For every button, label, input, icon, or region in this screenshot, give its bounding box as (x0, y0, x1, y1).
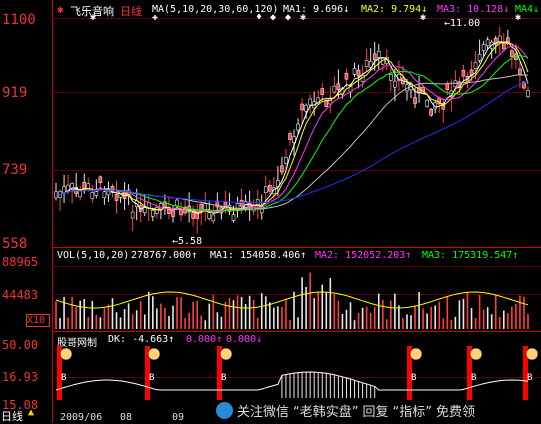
candle-body (320, 88, 325, 95)
candle-body (130, 211, 135, 219)
ma2-line (55, 41, 529, 214)
candle-body (477, 54, 482, 61)
watermark-suffix: 免费领 (436, 405, 476, 420)
candle-body (191, 212, 195, 219)
candle-body (393, 80, 397, 88)
watermark-banner: 关注微信 “老韩实盘” 回复 “指标” 免费领 (216, 400, 540, 421)
candle-body (215, 200, 220, 208)
candle-body (284, 157, 288, 164)
candle-body (356, 69, 361, 77)
candle-body (510, 50, 514, 57)
candle-body (324, 100, 329, 107)
candle-body (280, 165, 284, 173)
candle-body (175, 199, 179, 207)
candle-body (114, 194, 119, 201)
candle-body (171, 210, 175, 217)
candle-body (501, 42, 506, 50)
ma4-line (55, 54, 529, 212)
candle-body (413, 97, 417, 104)
candle-body (352, 68, 357, 75)
smiley-icon (409, 347, 423, 361)
ma1-line (55, 41, 529, 214)
candle-body (203, 203, 208, 210)
candle-body (497, 35, 502, 43)
candle-body (231, 214, 236, 221)
watermark-prefix: 关注微信 (237, 405, 290, 420)
candle-body (207, 212, 212, 220)
candle-body (518, 68, 522, 76)
candle-body (296, 123, 300, 131)
smiley-icon (525, 347, 539, 361)
candle-body (102, 191, 107, 198)
candle-body (78, 190, 83, 198)
candle-body (344, 72, 349, 80)
buy-signal-label: B (471, 373, 476, 383)
candle-body (445, 83, 450, 90)
candle-body (336, 83, 341, 91)
candle-body (151, 210, 155, 217)
watermark-quote-2: “指标” (392, 405, 432, 420)
candle-body (288, 133, 292, 140)
candle-body (485, 39, 490, 47)
candle-body (90, 192, 95, 199)
candle-body (155, 207, 159, 214)
candle-body (453, 80, 458, 88)
buy-signal-label: B (149, 373, 154, 383)
candle-body (211, 214, 216, 222)
candle-body (376, 51, 381, 58)
candle-body (389, 74, 393, 81)
smiley-icon (59, 347, 73, 361)
candle-body (239, 199, 244, 207)
buy-signal-label: B (221, 373, 226, 383)
candle-body (82, 181, 87, 189)
candle-body (62, 186, 66, 193)
candle-body (98, 176, 103, 184)
candle-body (429, 108, 433, 116)
buy-signal-label: B (411, 373, 416, 383)
candle-body (332, 85, 337, 93)
candle-body (304, 104, 308, 112)
candle-body (268, 184, 272, 192)
wechat-icon (216, 402, 233, 419)
watermark-quote-1: “老韩实盘” (293, 405, 359, 420)
ma3-line (55, 45, 529, 213)
candle-body (481, 44, 486, 51)
candle-body (263, 186, 268, 194)
watermark-mid: 回复 (362, 405, 389, 420)
stock-chart-canvas: BBBBBB (54, 26, 539, 400)
candle-body (308, 98, 312, 106)
candle-body (425, 99, 429, 107)
smiley-icon (147, 347, 161, 361)
candle-body (372, 53, 377, 61)
smiley-icon (219, 347, 233, 361)
candle-body (364, 60, 369, 68)
volume-ma-line (55, 291, 529, 309)
candle-body (526, 90, 530, 98)
candle-body (300, 103, 304, 111)
indicator-line (55, 371, 529, 391)
smiley-icon (469, 347, 483, 361)
ma6-line (55, 81, 529, 204)
buy-signal-label: B (61, 373, 66, 383)
candle-body (473, 62, 478, 70)
candle-body (461, 69, 466, 77)
